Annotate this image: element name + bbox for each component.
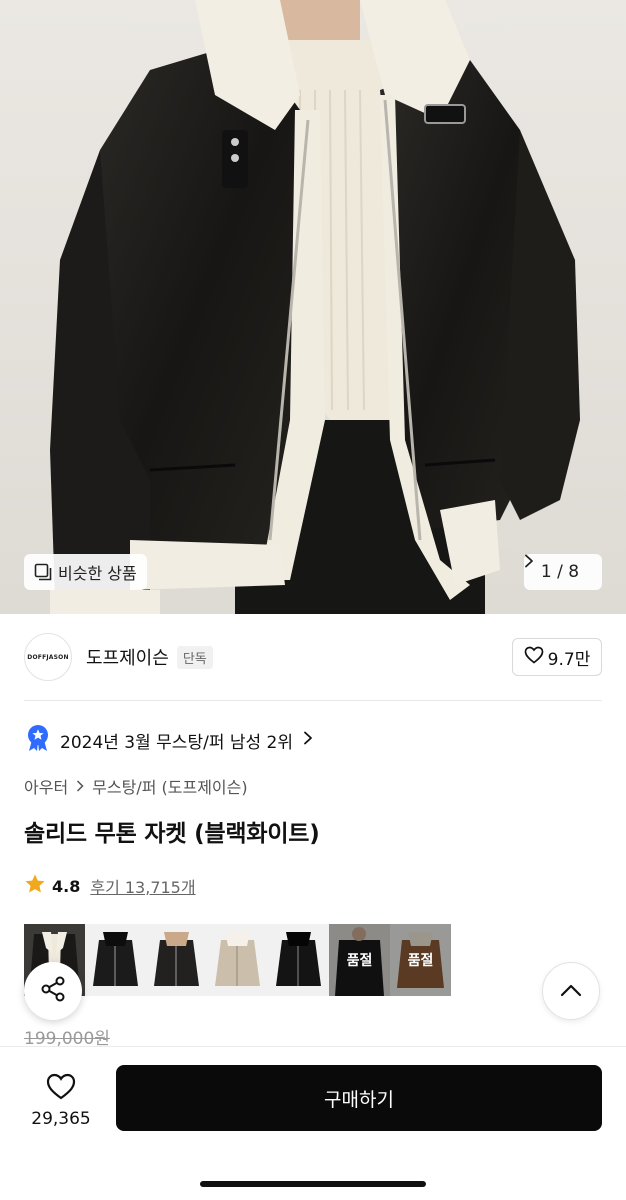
- thumbnail-brown-soldout[interactable]: 품절: [390, 924, 451, 996]
- heart-outline-icon: [524, 646, 544, 669]
- chevron-right-icon: [76, 777, 84, 796]
- product-photo: [0, 0, 626, 614]
- brand-like-count: 9.7만: [547, 649, 591, 670]
- similar-stack-icon: [34, 563, 52, 581]
- thumbnail-black-beige[interactable]: [146, 924, 207, 996]
- chevron-right-icon: [303, 730, 313, 750]
- rating-value: 4.8: [52, 876, 81, 896]
- exclusive-badge: 단독: [176, 645, 213, 669]
- buy-button-label: 구매하기: [324, 1088, 394, 1111]
- brand-like-button[interactable]: 9.7만: [512, 638, 602, 676]
- brand-name[interactable]: 도프제이슨: [86, 644, 169, 670]
- ranking-text: 2024년 3월 무스탕/퍼 남성 2위: [60, 732, 293, 753]
- soldout-overlay: 품절: [390, 924, 451, 996]
- star-icon: [24, 873, 46, 899]
- jacket-thumbnail-image: [146, 924, 207, 996]
- brand-logo-text: DOFFJASON: [27, 653, 69, 661]
- breadcrumb-outer[interactable]: 아우터: [24, 774, 68, 798]
- ranking-badge-icon: [26, 724, 50, 757]
- rating-row: 4.8 후기 13,715개: [24, 872, 196, 900]
- brand-row: DOFFJASON 도프제이슨 단독 9.7만: [24, 632, 602, 682]
- buy-button[interactable]: 구매하기: [116, 1065, 602, 1131]
- jacket-thumbnail-image: [268, 924, 329, 996]
- scroll-top-button[interactable]: [542, 962, 600, 1020]
- similar-products-button[interactable]: 비슷한 상품: [24, 554, 147, 590]
- color-variant-thumbnails: 품절 품절: [24, 924, 451, 996]
- heart-outline-icon: [46, 1073, 76, 1105]
- thumbnail-beige-white[interactable]: [207, 924, 268, 996]
- share-icon: [39, 975, 67, 1007]
- image-counter[interactable]: 1 / 8: [524, 554, 602, 590]
- ranking-link[interactable]: 2024년 3월 무스탕/퍼 남성 2위: [26, 724, 313, 756]
- similar-products-label: 비슷한 상품: [58, 564, 137, 583]
- breadcrumb: 아우터 무스탕/퍼 (도프제이슨): [24, 774, 248, 798]
- brand-logo[interactable]: DOFFJASON: [24, 633, 72, 681]
- thumbnail-black-black[interactable]: [268, 924, 329, 996]
- wishlist-count: 29,365: [31, 1109, 91, 1129]
- jacket-thumbnail-image: [207, 924, 268, 996]
- thumbnail-black-fur[interactable]: [85, 924, 146, 996]
- purchase-bar: 29,365 구매하기: [0, 1046, 626, 1200]
- jacket-thumbnail-image: [85, 924, 146, 996]
- soldout-overlay: 품절: [329, 924, 390, 996]
- product-title: 솔리드 무톤 자켓 (블랙화이트): [24, 821, 320, 847]
- share-button[interactable]: [24, 962, 82, 1020]
- image-counter-text: 1 / 8: [540, 562, 580, 582]
- product-image-gallery[interactable]: 비슷한 상품 1 / 8: [0, 0, 626, 614]
- breadcrumb-category[interactable]: 무스탕/퍼 (도프제이슨): [92, 774, 247, 798]
- wishlist-button[interactable]: 29,365: [24, 1069, 98, 1133]
- divider: [24, 700, 602, 701]
- review-count-link[interactable]: 후기 13,715개: [90, 874, 195, 898]
- chevron-up-icon: [560, 982, 582, 1001]
- home-indicator: [200, 1181, 426, 1187]
- thumbnail-black-model-soldout[interactable]: 품절: [329, 924, 390, 996]
